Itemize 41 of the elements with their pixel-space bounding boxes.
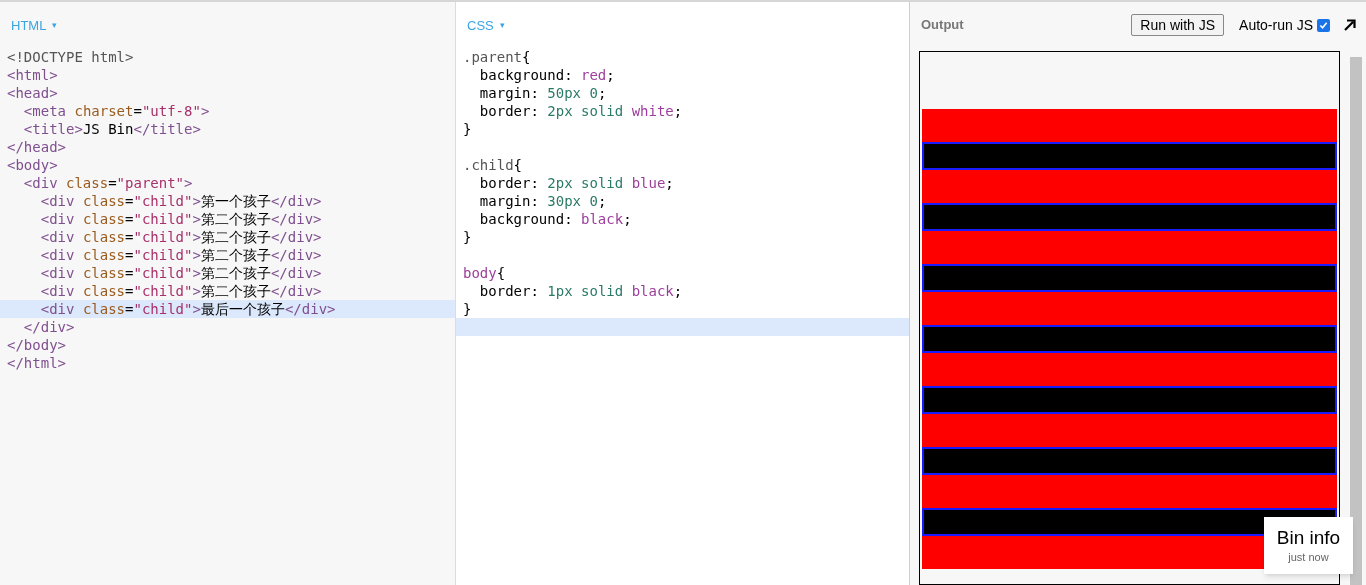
arrow-icon[interactable] (1344, 19, 1356, 31)
bin-info-title: Bin info (1276, 527, 1341, 549)
run-button[interactable]: Run with JS (1131, 14, 1225, 36)
code-line: <title>JS Bin</title> (22, 121, 201, 137)
code-line: <div class="child">第二个孩子</div> (39, 247, 322, 263)
code-line: <div class="parent"> (22, 175, 193, 191)
bin-info-card[interactable]: Bin info just now (1264, 517, 1353, 574)
code-line: </html> (7, 355, 66, 371)
checkbox[interactable] (1317, 18, 1330, 32)
code-line: </head> (7, 139, 66, 155)
code-line: <body> (7, 157, 58, 173)
code-line: <div class="child">第二个孩子</div> (39, 265, 322, 281)
code-line: } (463, 121, 472, 137)
code-line: .child{ (463, 157, 522, 173)
code-line: .parent{ (463, 49, 531, 65)
check-icon (1319, 20, 1328, 30)
code-line: <!DOCTYPE html> (7, 49, 134, 65)
code-line: <div class="child">第二个孩子</div> (39, 229, 322, 245)
code-line: <html> (7, 67, 58, 83)
scrollbar[interactable] (1350, 57, 1362, 585)
code-line: background: black; (478, 211, 632, 227)
code-line: margin: 50px 0; (478, 85, 607, 101)
code-line: } (463, 229, 472, 245)
code-line: <head> (7, 85, 58, 101)
code-line: body{ (463, 265, 506, 281)
code-line: <div class="child">第一个孩子</div> (39, 193, 322, 209)
panel-title: Output (921, 16, 964, 35)
code-line: background: red; (478, 67, 615, 83)
timestamp: just now (1288, 550, 1329, 565)
code-line: border: 1px solid black; (478, 283, 683, 299)
code-line: <meta charset="utf-8"> (22, 103, 210, 119)
code-line: border: 2px solid blue; (478, 175, 674, 191)
code-line: <div class="child">最后一个孩子</div> (39, 301, 336, 317)
code-line: </body> (7, 337, 66, 353)
code-line: <div class="child">第二个孩子</div> (39, 283, 322, 299)
code-line: border: 2px solid white; (478, 103, 683, 119)
code-line: </div> (22, 319, 75, 335)
code-line: margin: 30px 0; (478, 193, 607, 209)
checkbox-label: Auto-run JS (1239, 15, 1313, 35)
code-line: <div class="child">第二个孩子</div> (39, 211, 322, 227)
code-line: } (463, 301, 472, 317)
